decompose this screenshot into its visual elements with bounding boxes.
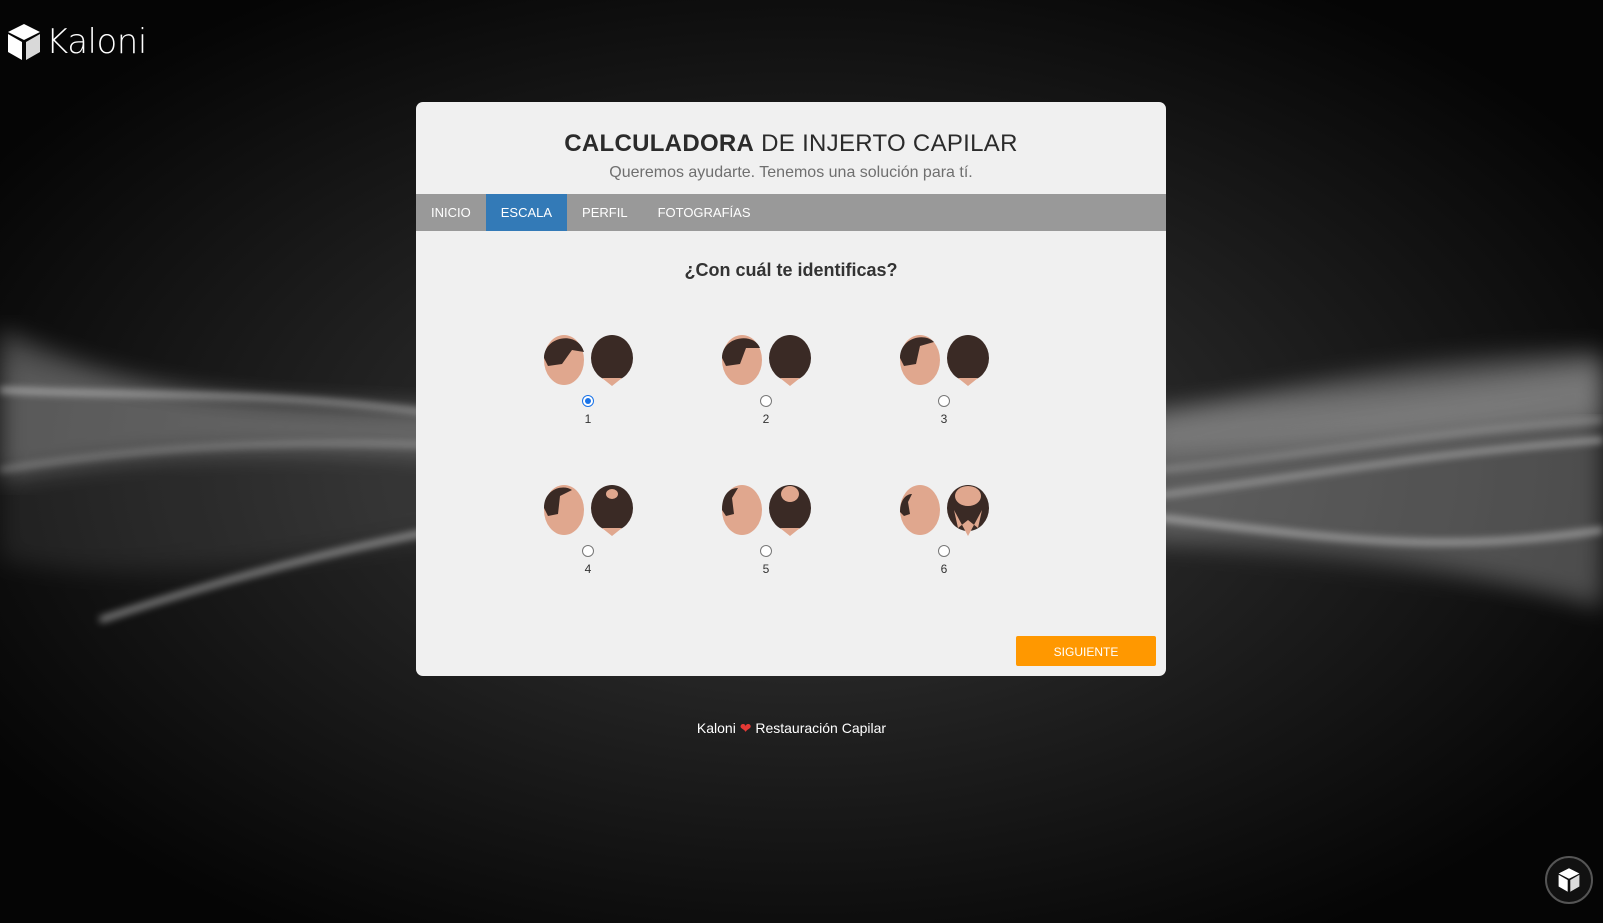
- chat-widget-button[interactable]: [1545, 856, 1593, 904]
- scale-label-5: 5: [762, 562, 770, 576]
- tab-inicio[interactable]: INICIO: [416, 194, 486, 231]
- scale-label-1: 1: [584, 412, 592, 426]
- tab-escala[interactable]: ESCALA: [485, 194, 568, 231]
- tab-bar: INICIO ESCALA PERFIL FOTOGRAFÍAS: [416, 194, 1166, 231]
- tab-perfil[interactable]: PERFIL: [567, 194, 643, 231]
- scale-radio-3[interactable]: [938, 395, 950, 407]
- scale-option-6[interactable]: 6: [884, 480, 1004, 576]
- scale-label-6: 6: [940, 562, 948, 576]
- hair-scale-4-illustration: [544, 485, 633, 536]
- footer-tagline: Restauración Capilar: [755, 720, 887, 736]
- hair-scale-5-illustration: [722, 485, 811, 536]
- scale-label-3: 3: [940, 412, 948, 426]
- card-subtitle: Queremos ayudarte. Tenemos una solución …: [609, 164, 973, 181]
- calculator-card: CALCULADORA DE INJERTO CAPILAR Queremos …: [416, 102, 1166, 676]
- scale-option-1[interactable]: 1: [528, 330, 648, 426]
- logo-text: Kaloni: [46, 22, 147, 62]
- footer-text: Kaloni ❤ Restauración Capilar: [0, 720, 1583, 737]
- scale-radio-6[interactable]: [938, 545, 950, 557]
- footer-brand: Kaloni: [696, 720, 736, 736]
- scale-option-4[interactable]: 4: [528, 480, 648, 576]
- scale-radio-5[interactable]: [760, 545, 772, 557]
- tab-fotografias[interactable]: FOTOGRAFÍAS: [643, 194, 766, 231]
- question-heading: ¿Con cuál te identificas?: [684, 260, 898, 280]
- scale-option-5[interactable]: 5: [706, 480, 826, 576]
- hair-scale-6-illustration: [900, 485, 989, 536]
- scale-radio-1[interactable]: [582, 395, 594, 407]
- cube-logo-icon: [8, 24, 40, 60]
- hair-scale-2-illustration: [722, 335, 811, 386]
- heart-icon: ❤: [739, 720, 752, 736]
- scale-label-4: 4: [584, 562, 592, 576]
- hair-scale-3-illustration: [900, 335, 989, 386]
- scale-option-3[interactable]: 3: [884, 330, 1004, 426]
- cube-chat-icon: [1558, 868, 1580, 892]
- kaloni-logo[interactable]: Kaloni: [6, 22, 147, 62]
- card-title: CALCULADORA DE INJERTO CAPILAR: [564, 130, 1018, 157]
- scale-label-2: 2: [762, 412, 770, 426]
- hair-scale-1-illustration: [544, 335, 633, 386]
- scale-radio-2[interactable]: [760, 395, 772, 407]
- scale-radio-4[interactable]: [582, 545, 594, 557]
- next-button[interactable]: SIGUIENTE: [1016, 636, 1156, 666]
- scale-option-2[interactable]: 2: [706, 330, 826, 426]
